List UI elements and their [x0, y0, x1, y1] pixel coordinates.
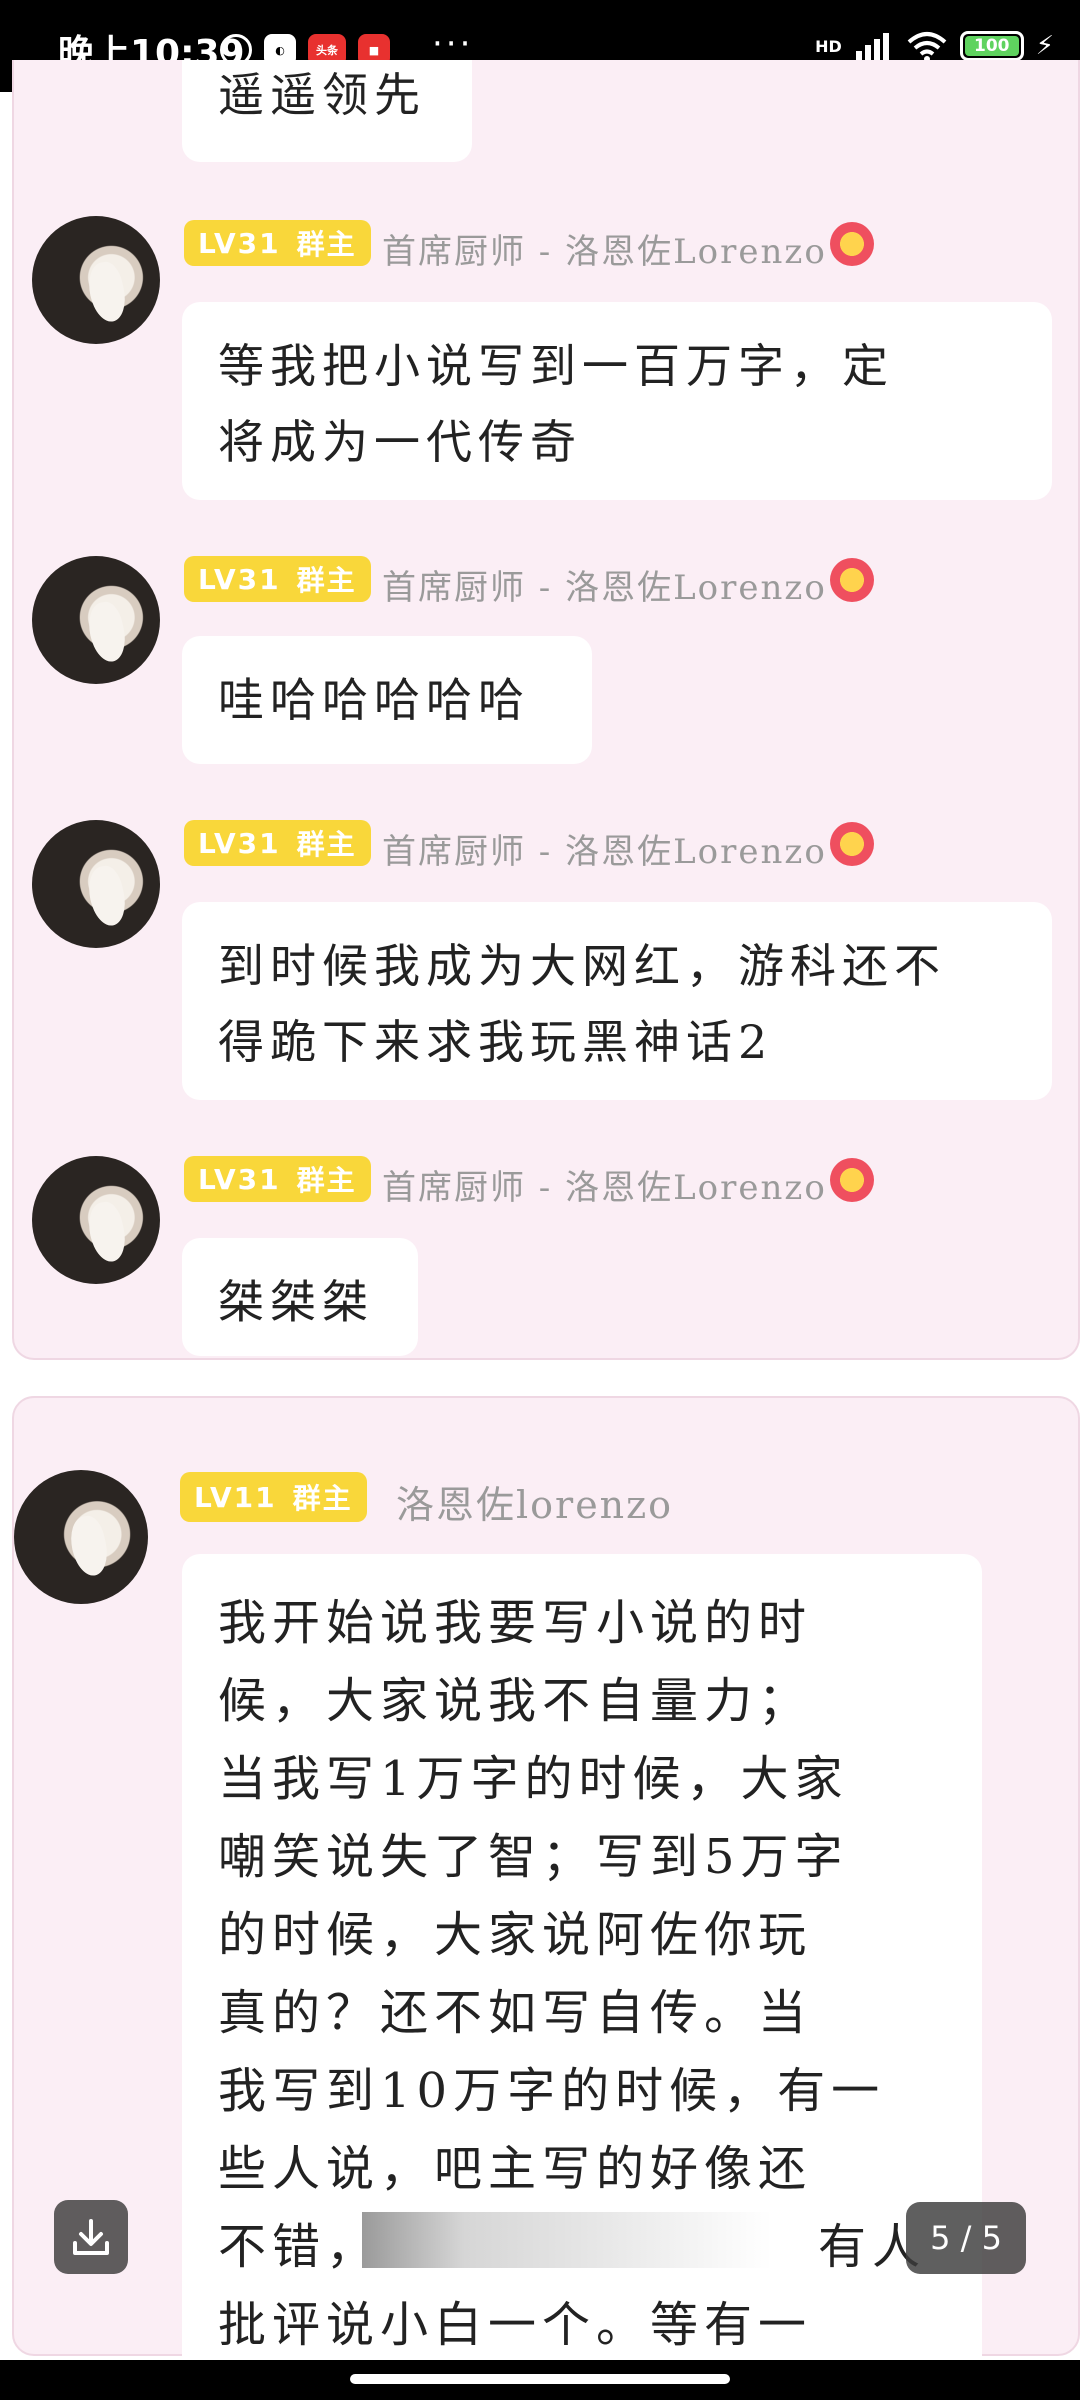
message-line: 等我把小说写到一百万字，定: [218, 339, 894, 393]
message-line: 批评说小白一个。等有一: [218, 2297, 813, 2353]
message-bubble: 桀桀桀: [182, 1238, 418, 1356]
battery-icon: 100: [959, 31, 1024, 61]
smile-emoji-icon: [830, 558, 874, 602]
sender-name: 首席厨师 - 洛恩佐Lorenzo: [382, 232, 827, 272]
avatar: [32, 216, 160, 344]
charging-icon: ⚡: [1035, 31, 1054, 61]
message-line: 候，大家说我不自量力；: [218, 1673, 813, 1729]
status-right: HD 100 ⚡: [815, 30, 1054, 62]
smile-emoji-icon: [830, 1158, 874, 1202]
partial-message-bubble: 遥遥领先: [182, 60, 472, 162]
message-line: 些人说，吧主写的好像还: [218, 2141, 813, 2197]
redacted-blur: [362, 2212, 772, 2268]
download-icon: [73, 2219, 109, 2255]
level-badge: LV31 群主: [184, 820, 371, 866]
message-bubble: 等我把小说写到一百万字，定 将成为一代传奇: [182, 302, 1052, 500]
sender-name: 首席厨师 - 洛恩佐Lorenzo: [382, 832, 827, 872]
sender-name: 首席厨师 - 洛恩佐Lorenzo: [382, 568, 827, 608]
message-line: 得跪下来求我玩黑神话2: [218, 1015, 774, 1069]
page-indicator: 5 / 5: [906, 2202, 1026, 2274]
message-bubble: 哇哈哈哈哈哈: [182, 636, 592, 764]
message-text: 遥遥领先: [218, 68, 426, 122]
message-line-start: 不错，: [218, 2219, 381, 2275]
message-line: 我开始说我要写小说的时: [218, 1595, 813, 1651]
avatar: [32, 556, 160, 684]
level-badge: LV31 群主: [184, 220, 371, 266]
level-badge: LV11 群主: [180, 1472, 367, 1522]
hd-label: HD: [815, 36, 842, 56]
sender-name: 首席厨师 - 洛恩佐Lorenzo: [382, 1168, 827, 1208]
smile-emoji-icon: [830, 222, 874, 266]
avatar: [32, 1156, 160, 1284]
message-line: 哇哈哈哈哈哈: [218, 673, 530, 727]
home-indicator[interactable]: [350, 2374, 730, 2384]
message-line: 的时候，大家说阿佐你玩: [218, 1907, 813, 1963]
signal-icon: [855, 33, 889, 61]
level-badge: LV31 群主: [184, 556, 371, 602]
avatar: [32, 820, 160, 948]
message-line: 到时候我成为大网红，游科还不: [218, 939, 946, 993]
smile-emoji-icon: [830, 822, 874, 866]
message-line: 我写到10万字的时候，有一: [218, 2063, 886, 2119]
message-bubble: 到时候我成为大网红，游科还不 得跪下来求我玩黑神话2: [182, 902, 1052, 1100]
message-line: 将成为一代传奇: [218, 415, 582, 469]
message-line: 当我写1万字的时候，大家: [218, 1751, 849, 1807]
wifi-icon: [907, 32, 947, 62]
more-notifications-icon: ···: [432, 24, 474, 64]
message-line: 桀桀桀: [218, 1275, 374, 1329]
message-line: 嘲笑说失了智；写到5万字: [218, 1829, 849, 1885]
level-badge: LV31 群主: [184, 1156, 371, 1202]
message-line: 真的？还不如写自传。当: [218, 1985, 813, 2041]
sender-name: 洛恩佐lorenzo: [396, 1483, 674, 1527]
download-button[interactable]: [54, 2200, 128, 2274]
avatar: [14, 1470, 148, 1604]
